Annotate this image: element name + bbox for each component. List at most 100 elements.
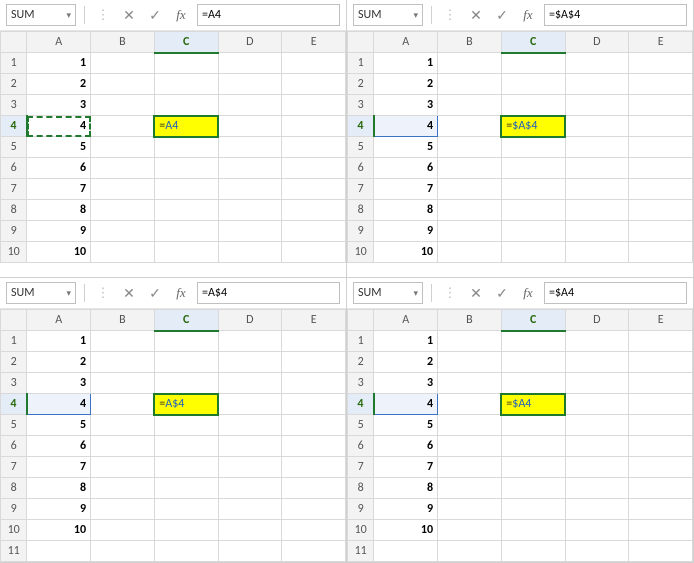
cell[interactable] [565,520,629,541]
cell[interactable] [218,499,282,520]
cell[interactable]: 10 [374,520,438,541]
fx-icon[interactable]: fx [171,283,191,303]
cell[interactable] [438,352,502,373]
cell[interactable]: 5 [374,415,438,436]
col-header[interactable]: E [629,32,693,53]
more-icon[interactable] [93,5,113,25]
col-header[interactable]: C [501,310,565,331]
cell[interactable] [282,331,346,352]
cell[interactable] [218,541,282,562]
row-header[interactable]: 1 [348,53,374,74]
select-all-corner[interactable] [1,32,27,53]
cell[interactable] [282,499,346,520]
cell-referenced[interactable]: 4 [374,116,438,137]
row-header[interactable]: 2 [348,352,374,373]
row-header[interactable]: 8 [348,200,374,221]
name-box[interactable]: SUM ▾ [6,282,76,304]
cell-referenced[interactable]: 4 [374,394,438,415]
cell[interactable] [91,95,155,116]
cell[interactable] [501,457,565,478]
col-header[interactable]: C [154,310,218,331]
cell[interactable] [374,541,438,562]
col-header[interactable]: E [282,310,346,331]
row-header[interactable]: 5 [348,137,374,158]
formula-input[interactable]: =A$4 [197,282,340,304]
col-header[interactable]: A [374,32,438,53]
cell[interactable] [565,137,629,158]
cell[interactable]: 10 [374,242,438,263]
cell[interactable] [154,478,218,499]
formula-input[interactable]: =$A4 [544,282,687,304]
cell[interactable] [565,415,629,436]
cell[interactable] [438,158,502,179]
more-icon[interactable] [93,283,113,303]
row-header[interactable]: 3 [1,95,27,116]
cell[interactable] [27,541,91,562]
cell[interactable] [282,53,346,74]
cell[interactable] [91,137,155,158]
cell[interactable] [91,53,155,74]
name-box[interactable]: SUM ▾ [353,4,423,26]
row-header[interactable]: 6 [1,436,27,457]
cell[interactable] [629,95,693,116]
cell[interactable] [154,499,218,520]
cell[interactable]: 10 [27,520,91,541]
col-header[interactable]: D [565,32,629,53]
row-header[interactable]: 4 [1,116,27,137]
cell[interactable] [282,221,346,242]
cell[interactable] [438,499,502,520]
worksheet-grid[interactable]: ABCDE 11 22 33 44=A$4 55 66 77 88 99 101… [0,309,346,562]
cell[interactable]: 8 [374,478,438,499]
cell[interactable] [282,394,346,415]
cell[interactable] [438,242,502,263]
cell[interactable] [565,74,629,95]
col-header[interactable]: A [27,32,91,53]
cell[interactable] [91,520,155,541]
cell[interactable] [218,415,282,436]
row-header[interactable]: 11 [1,541,27,562]
formula-input[interactable]: =$A$4 [544,4,687,26]
cell[interactable] [282,520,346,541]
cell[interactable] [218,457,282,478]
cell[interactable] [218,520,282,541]
row-header[interactable]: 4 [348,394,374,415]
row-header[interactable]: 4 [348,116,374,137]
row-header[interactable]: 2 [1,74,27,95]
cell[interactable] [154,436,218,457]
col-header[interactable]: E [282,32,346,53]
name-box[interactable]: SUM ▾ [353,282,423,304]
cell[interactable] [218,436,282,457]
cell[interactable] [282,541,346,562]
col-header[interactable]: B [438,310,502,331]
cell[interactable] [501,74,565,95]
cell[interactable] [438,520,502,541]
cell[interactable] [501,352,565,373]
cell[interactable] [629,352,693,373]
more-icon[interactable] [440,5,460,25]
row-header[interactable]: 5 [348,415,374,436]
cell[interactable] [154,457,218,478]
cell[interactable] [565,116,629,137]
row-header[interactable]: 6 [348,158,374,179]
cell[interactable] [154,352,218,373]
cell[interactable] [565,436,629,457]
cell[interactable] [154,242,218,263]
col-header[interactable]: C [501,32,565,53]
cell[interactable] [501,520,565,541]
cell[interactable] [282,457,346,478]
cell[interactable] [154,95,218,116]
cancel-icon[interactable]: ✕ [466,5,486,25]
cell[interactable] [218,116,282,137]
cell[interactable]: 3 [374,95,438,116]
cell[interactable] [91,331,155,352]
cell[interactable] [438,457,502,478]
cell[interactable] [501,221,565,242]
cell[interactable] [438,95,502,116]
cell[interactable] [565,221,629,242]
cell[interactable] [438,179,502,200]
row-header[interactable]: 2 [1,352,27,373]
cell[interactable]: 10 [27,242,91,263]
cell[interactable] [218,137,282,158]
cell[interactable]: 5 [374,137,438,158]
enter-icon[interactable]: ✓ [492,5,512,25]
